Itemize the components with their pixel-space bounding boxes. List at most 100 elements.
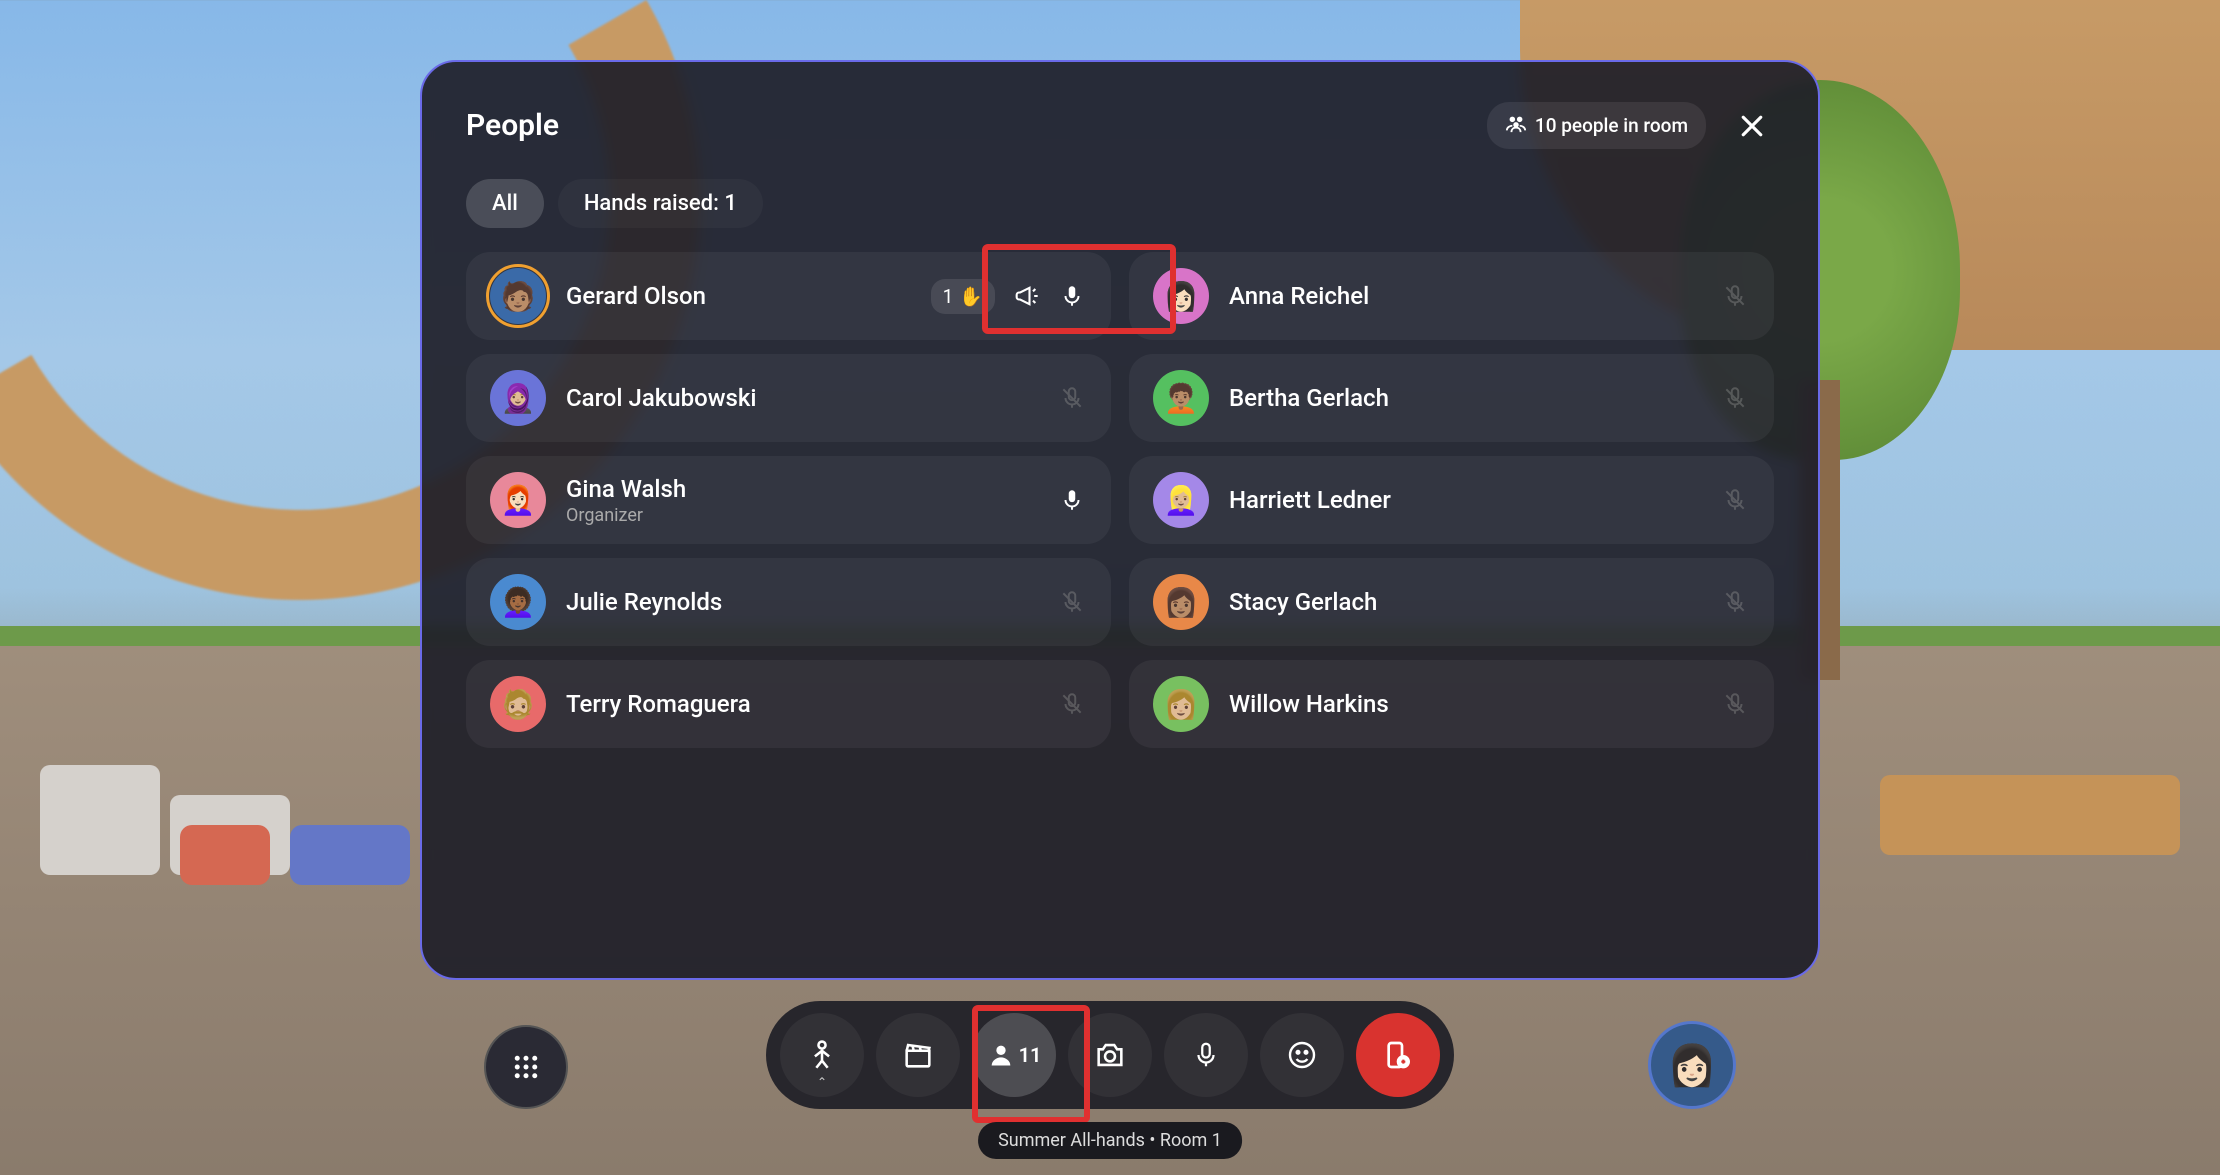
person-row[interactable]: 👱🏼‍♀️ Harriett Ledner — [1129, 456, 1774, 544]
people-count: 11 — [1019, 1043, 1042, 1067]
person-row[interactable]: 👩🏾‍🦱Julie Reynolds — [466, 558, 1111, 646]
tab-hands-label: Hands raised: 1 — [584, 191, 737, 216]
avatar: 👩🏼 — [1153, 676, 1209, 732]
row-icons — [1057, 383, 1087, 413]
background-cushions — [180, 825, 410, 885]
person-row[interactable]: 🧑🏽‍🦱 Bertha Gerlach — [1129, 354, 1774, 442]
clapper-icon — [901, 1038, 935, 1072]
row-icons — [1720, 383, 1750, 413]
mic-muted-icon[interactable] — [1720, 689, 1750, 719]
person-name: Gina Walsh — [566, 475, 1037, 503]
row-icons — [1720, 485, 1750, 515]
mic-muted-icon[interactable] — [1720, 281, 1750, 311]
name-block: Willow Harkins — [1229, 690, 1700, 718]
mic-on-icon[interactable] — [1057, 281, 1087, 311]
room-count-badge[interactable]: 10 people in room — [1487, 102, 1706, 149]
hand-raised-badge[interactable]: 1✋ — [931, 279, 995, 314]
emoji-button[interactable] — [1260, 1013, 1344, 1097]
person-row[interactable]: 👩🏻 Anna Reichel — [1129, 252, 1774, 340]
camera-icon — [1093, 1038, 1127, 1072]
person-subtitle: Organizer — [566, 505, 1037, 526]
row-icons — [1057, 587, 1087, 617]
mic-muted-icon[interactable] — [1057, 383, 1087, 413]
people-grid: 🧑🏽Gerard Olson1✋👩🏻Anna Reichel🧕🏼Carol Ja… — [466, 252, 1774, 748]
avatar: 👩🏻‍🦰 — [490, 472, 546, 528]
row-icons — [1057, 689, 1087, 719]
avatar: 🧔🏼 — [490, 676, 546, 732]
name-block: Julie Reynolds — [566, 588, 1037, 616]
name-block: Carol Jakubowski — [566, 384, 1037, 412]
tab-all[interactable]: All — [466, 179, 544, 228]
leave-icon — [1382, 1039, 1414, 1071]
bottom-toolbar: ⌃ 11 — [766, 1001, 1454, 1109]
name-block: Terry Romaguera — [566, 690, 1037, 718]
person-name: Harriett Ledner — [1229, 486, 1700, 514]
name-block: Harriett Ledner — [1229, 486, 1700, 514]
name-block: Stacy Gerlach — [1229, 588, 1700, 616]
room-count-label: 10 people in room — [1535, 114, 1688, 137]
camera-button[interactable] — [1068, 1013, 1152, 1097]
hand-number: 1 — [943, 285, 954, 308]
people-panel: People 10 people in room All Hands raise… — [420, 60, 1820, 980]
name-block: Gina WalshOrganizer — [566, 475, 1037, 526]
people-icon — [1505, 112, 1527, 139]
mic-icon — [1191, 1040, 1221, 1070]
background-bench — [1880, 775, 2180, 855]
person-name: Carol Jakubowski — [566, 384, 1037, 412]
avatar: 🧕🏼 — [490, 370, 546, 426]
row-icons — [1720, 281, 1750, 311]
smiley-icon — [1286, 1039, 1318, 1071]
leave-button[interactable] — [1356, 1013, 1440, 1097]
person-row[interactable]: 🧕🏼 Carol Jakubowski — [466, 354, 1111, 442]
grid-icon — [511, 1052, 541, 1082]
close-icon — [1737, 111, 1767, 141]
person-row[interactable]: 🧑🏽Gerard Olson1✋ — [466, 252, 1111, 340]
mic-muted-icon[interactable] — [1057, 587, 1087, 617]
row-icons — [1720, 689, 1750, 719]
tab-all-label: All — [492, 191, 518, 216]
mic-muted-icon[interactable] — [1720, 383, 1750, 413]
name-block: Bertha Gerlach — [1229, 384, 1700, 412]
person-row[interactable]: 👩🏼 Willow Harkins — [1129, 660, 1774, 748]
person-name: Stacy Gerlach — [1229, 588, 1700, 616]
panel-title: People — [466, 108, 559, 143]
name-block: Anna Reichel — [1229, 282, 1700, 310]
mic-on-icon[interactable] — [1057, 485, 1087, 515]
menu-button[interactable] — [484, 1025, 568, 1109]
person-name: Terry Romaguera — [566, 690, 1037, 718]
hand-icon: ✋ — [959, 285, 983, 308]
avatar: 👩🏻 — [1153, 268, 1209, 324]
row-icons: 1✋ — [931, 279, 1087, 314]
mic-muted-icon[interactable] — [1057, 689, 1087, 719]
person-name: Bertha Gerlach — [1229, 384, 1700, 412]
person-name: Anna Reichel — [1229, 282, 1700, 310]
room-tooltip-label: Summer All-hands • Room 1 — [998, 1130, 1222, 1151]
person-name: Willow Harkins — [1229, 690, 1700, 718]
person-row[interactable]: 🧔🏼 Terry Romaguera — [466, 660, 1111, 748]
avatar: 🧑🏽‍🦱 — [1153, 370, 1209, 426]
self-avatar[interactable]: 👩🏻 — [1648, 1021, 1736, 1109]
row-icons — [1720, 587, 1750, 617]
person-name: Gerard Olson — [566, 282, 911, 310]
person-row[interactable]: 👩🏻‍🦰 Gina WalshOrganizer — [466, 456, 1111, 544]
person-row[interactable]: 👩🏽 Stacy Gerlach — [1129, 558, 1774, 646]
tab-hands-raised[interactable]: Hands raised: 1 — [558, 179, 763, 228]
name-block: Gerard Olson — [566, 282, 911, 310]
avatar: 👱🏼‍♀️ — [1153, 472, 1209, 528]
avatar: 👩🏽 — [1153, 574, 1209, 630]
avatar-emoji: 👩🏻 — [1667, 1042, 1717, 1089]
travel-icon — [805, 1038, 839, 1072]
screenshare-button[interactable] — [876, 1013, 960, 1097]
mic-button[interactable] — [1164, 1013, 1248, 1097]
chevron-up-icon: ⌃ — [817, 1075, 827, 1089]
close-button[interactable] — [1730, 104, 1774, 148]
people-button[interactable]: 11 — [972, 1013, 1056, 1097]
person-name: Julie Reynolds — [566, 588, 1037, 616]
travel-button[interactable]: ⌃ — [780, 1013, 864, 1097]
panel-header: People 10 people in room — [466, 102, 1774, 149]
row-icons — [1057, 485, 1087, 515]
room-tooltip: Summer All-hands • Room 1 — [978, 1122, 1242, 1159]
mic-muted-icon[interactable] — [1720, 587, 1750, 617]
mic-muted-icon[interactable] — [1720, 485, 1750, 515]
megaphone-icon[interactable] — [1011, 281, 1041, 311]
